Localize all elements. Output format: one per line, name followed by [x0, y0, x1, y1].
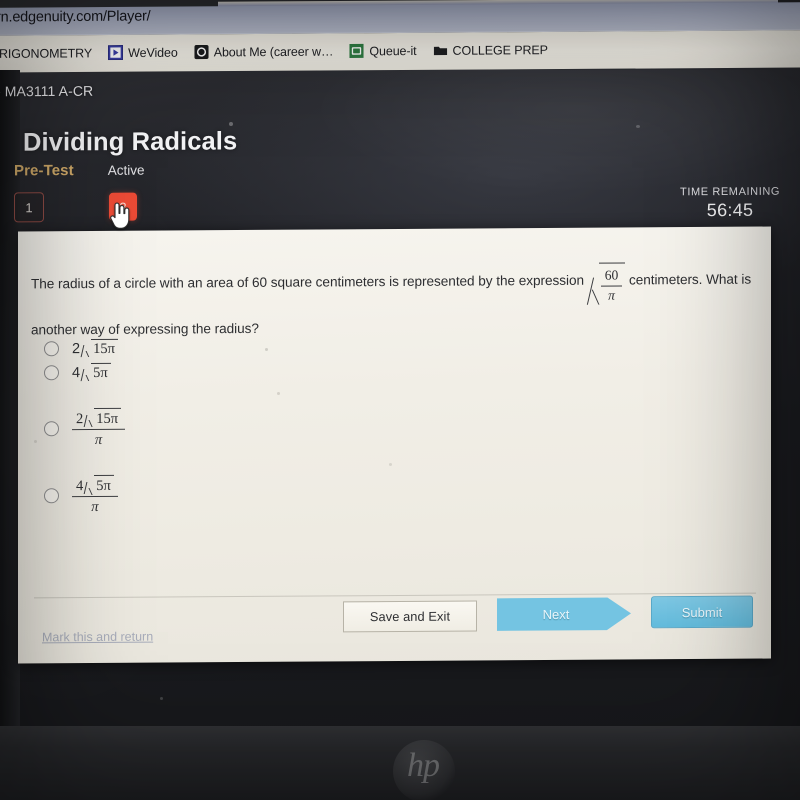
expression-denominator: π [600, 285, 623, 305]
wevideo-play-icon [108, 45, 124, 61]
screenshot-root: rn.edgenuity.com/Player/ RIGONOMETRY WeV… [0, 0, 800, 800]
timer-label: TIME REMAINING [679, 185, 780, 199]
bookmark-wevideo[interactable]: WeVideo [101, 43, 187, 63]
option-a-body: 2 15π [72, 338, 118, 359]
option-d-body: 4 5π π [72, 475, 118, 517]
page-title: Dividing Radicals [23, 127, 238, 157]
answer-options: 2 15π 4 5π 2 15π π 4 5π π [44, 337, 344, 521]
bookmarks-list: RIGONOMETRY WeVideo About Me (career w… [0, 40, 557, 63]
mark-this-and-return-link[interactable]: Mark this and return [42, 630, 153, 645]
option-d-coefficient: 4 [76, 478, 84, 495]
answer-option-d[interactable]: 4 5π π [44, 474, 344, 517]
radio-button-b[interactable] [44, 365, 59, 381]
option-c-denominator: π [72, 428, 126, 450]
question-text-part-2: centimeters. What is [628, 271, 752, 288]
option-d-radical: 5π [84, 475, 114, 496]
question-text-part-3: another way of expressing the radius? [31, 320, 259, 338]
queue-it-icon [349, 43, 364, 59]
answer-option-b[interactable]: 4 5π [44, 361, 344, 383]
hp-logo-icon: hp [407, 747, 440, 784]
question-number-1[interactable]: 1 [14, 192, 44, 223]
mouse-pointer-hand-icon [110, 202, 130, 229]
bookmark-label: WeVideo [128, 45, 178, 60]
address-bar-url[interactable]: rn.edgenuity.com/Player/ [0, 8, 151, 25]
bookmark-label: About Me (career w… [213, 44, 334, 59]
question-expression-sqrt: 60 π [589, 262, 626, 306]
timer-value: 56:45 [706, 199, 754, 221]
option-b-radical: 5π [81, 362, 111, 383]
option-b-coefficient: 4 [72, 365, 81, 382]
option-c-radical: 15π [84, 407, 122, 429]
option-a-radicand: 15π [91, 338, 118, 359]
expression-fraction: 60 π [600, 267, 623, 305]
footer-divider [34, 592, 756, 599]
option-b-body: 4 5π [72, 362, 111, 383]
option-c-coefficient: 2 [76, 411, 84, 428]
bookmark-queue-it[interactable]: Queue-it [342, 41, 425, 61]
answer-option-c[interactable]: 2 15π π [44, 406, 344, 450]
submit-button[interactable]: Submit [651, 595, 753, 629]
bookmark-label: COLLEGE PREP [452, 42, 548, 58]
bookmark-label: Queue-it [369, 43, 417, 58]
radio-button-d[interactable] [44, 488, 59, 504]
option-c-numerator: 2 15π [72, 407, 125, 429]
bookmark-college-prep[interactable]: COLLEGE PREP [426, 40, 557, 60]
option-c-fraction: 2 15π π [72, 407, 126, 450]
timer: TIME REMAINING 56:45 [680, 186, 780, 222]
bookmark-label: RIGONOMETRY [0, 45, 93, 61]
bookmark-trigonometry[interactable]: RIGONOMETRY [0, 44, 101, 63]
option-d-fraction: 4 5π π [72, 475, 118, 517]
question-text: The radius of a circle with an area of 6… [31, 259, 771, 351]
assignment-status-row: Pre-Test Active [14, 162, 145, 180]
question-text-part-1: The radius of a circle with an area of 6… [31, 272, 584, 292]
radio-button-a[interactable] [44, 341, 59, 357]
save-and-exit-button[interactable]: Save and Exit [343, 600, 477, 633]
next-button[interactable]: Next [497, 597, 631, 631]
radio-button-c[interactable] [44, 421, 59, 437]
question-card: The radius of a circle with an area of 6… [18, 226, 771, 664]
option-c-body: 2 15π π [72, 407, 126, 450]
answer-option-a[interactable]: 2 15π [44, 337, 344, 359]
option-d-radicand: 5π [94, 475, 114, 496]
footer-actions: Save and Exit Next Submit [343, 595, 753, 633]
option-a-radical: 15π [81, 338, 118, 359]
option-a-coefficient: 2 [72, 341, 81, 358]
laptop-screen-photo: rn.edgenuity.com/Player/ RIGONOMETRY WeV… [0, 0, 800, 800]
about-me-icon [194, 44, 209, 60]
option-b-radicand: 5π [91, 362, 111, 383]
expression-numerator: 60 [604, 267, 619, 283]
option-c-radicand: 15π [94, 407, 122, 429]
breadcrumb: - MA3111 A-CR [0, 82, 94, 100]
bookmark-about-me[interactable]: About Me (career w… [187, 42, 343, 62]
stage-label: Pre-Test [14, 162, 74, 180]
status-badge: Active [107, 162, 145, 178]
option-d-numerator: 4 5π [72, 475, 118, 496]
option-d-denominator: π [72, 496, 118, 517]
folder-icon [433, 46, 447, 56]
